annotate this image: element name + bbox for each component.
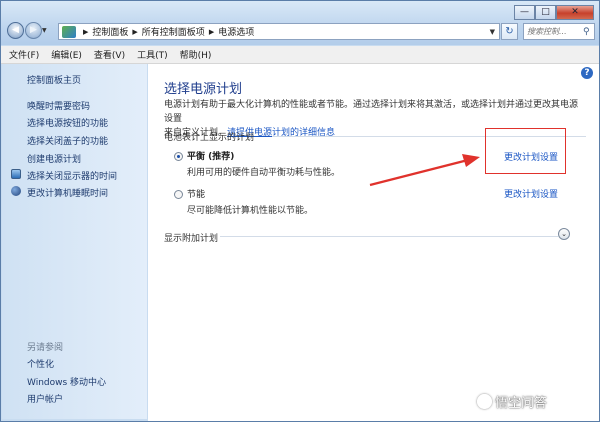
back-button[interactable]: ◀ xyxy=(7,22,24,39)
menu-tools[interactable]: 工具(T) xyxy=(137,48,168,61)
page-title: 选择电源计划 xyxy=(164,82,243,97)
minimize-button[interactable]: — xyxy=(514,5,535,20)
menu-help[interactable]: 帮助(H) xyxy=(180,48,212,61)
breadcrumb-separator-icon[interactable]: ▶ xyxy=(83,28,88,36)
search-input[interactable] xyxy=(524,27,583,36)
sidebar-item-create-plan[interactable]: 创建电源计划 xyxy=(27,152,81,165)
sidebar: 控制面板主页 唤醒时需要密码 选择电源按钮的功能 选择关闭盖子的功能 创建电源计… xyxy=(2,64,147,419)
control-panel-icon xyxy=(62,25,76,38)
menu-file[interactable]: 文件(F) xyxy=(9,48,39,61)
menu-view[interactable]: 查看(V) xyxy=(94,48,125,61)
additional-plans-divider xyxy=(220,236,558,237)
plans-group-label: 电池表计上显示的计划 xyxy=(164,133,255,143)
address-bar[interactable]: ▶ 控制面板 ▶ 所有控制面板项 ▶ 电源选项 ▼ xyxy=(58,23,500,40)
power-saver-change-settings-link[interactable]: 更改计划设置 xyxy=(504,187,558,200)
balanced-plan-radio[interactable] xyxy=(174,152,183,161)
power-saver-plan-name[interactable]: 节能 xyxy=(187,187,205,200)
breadcrumb-control-panel[interactable]: 控制面板 xyxy=(92,25,128,38)
sidebar-home-link[interactable]: 控制面板主页 xyxy=(27,73,81,86)
power-saver-plan-description: 尽可能降低计算机性能以节能。 xyxy=(187,206,314,216)
search-icon[interactable]: ⚲ xyxy=(583,27,590,37)
refresh-icon: ↻ xyxy=(505,26,514,37)
power-saver-plan-radio[interactable] xyxy=(174,190,183,199)
sidebar-item-wake-password[interactable]: 唤醒时需要密码 xyxy=(27,99,90,112)
menu-edit[interactable]: 编辑(E) xyxy=(51,48,82,61)
see-also-title: 另请参阅 xyxy=(27,343,64,353)
refresh-button[interactable]: ↻ xyxy=(501,23,518,40)
menu-bar: 文件(F) 编辑(E) 查看(V) 工具(T) 帮助(H) xyxy=(1,46,599,64)
watermark-logo-icon xyxy=(477,394,492,409)
main-content: ? 选择电源计划 电源计划有助于最大化计算机的性能或者节能。通过选择计划来将其激… xyxy=(148,64,599,421)
breadcrumb-separator-icon[interactable]: ▶ xyxy=(209,28,214,36)
back-arrow-icon: ◀ xyxy=(12,25,19,35)
forward-button[interactable]: ▶ xyxy=(25,22,42,39)
balanced-plan-name[interactable]: 平衡 (推荐) xyxy=(187,149,234,162)
breadcrumb-power-options[interactable]: 电源选项 xyxy=(218,25,254,38)
sidebar-item-lid-close[interactable]: 选择关闭盖子的功能 xyxy=(27,134,108,147)
recent-pages-dropdown-icon[interactable]: ▼ xyxy=(42,27,47,34)
watermark-text: 悟空问答 xyxy=(495,396,548,411)
maximize-button[interactable]: □ xyxy=(535,5,556,20)
annotation-highlight-box xyxy=(485,128,566,174)
sidebar-item-display-off[interactable]: 选择关闭显示器的时间 xyxy=(27,169,117,182)
see-also-user-accounts[interactable]: 用户帐户 xyxy=(27,392,63,405)
see-also-personalization[interactable]: 个性化 xyxy=(27,357,54,370)
breadcrumb-all-items[interactable]: 所有控制面板项 xyxy=(142,25,205,38)
expand-chevron-icon[interactable]: ⌄ xyxy=(558,228,570,240)
show-additional-plans-label[interactable]: 显示附加计划 xyxy=(164,231,218,244)
address-dropdown-icon[interactable]: ▼ xyxy=(486,28,499,36)
sidebar-item-sleep-time[interactable]: 更改计算机睡眠时间 xyxy=(27,186,108,199)
monitor-icon xyxy=(11,169,21,179)
help-icon[interactable]: ? xyxy=(581,67,593,79)
breadcrumb-separator-icon[interactable]: ▶ xyxy=(132,28,137,36)
forward-arrow-icon: ▶ xyxy=(30,25,37,35)
description-text: 电源计划有助于最大化计算机的性能或者节能。通过选择计划来将其激活，或选择计划并通… xyxy=(164,100,579,124)
control-panel-window: — □ ✕ ◀ ▶ ▼ ▶ 控制面板 ▶ 所有控制面板项 ▶ 电源选项 ▼ ↻ … xyxy=(0,0,600,422)
address-band: — □ ✕ ◀ ▶ ▼ ▶ 控制面板 ▶ 所有控制面板项 ▶ 电源选项 ▼ ↻ … xyxy=(1,1,599,45)
watermark: 悟空问答 xyxy=(477,392,547,411)
close-button[interactable]: ✕ xyxy=(556,5,594,20)
see-also-mobility-center[interactable]: Windows 移动中心 xyxy=(27,375,106,388)
sidebar-item-power-button[interactable]: 选择电源按钮的功能 xyxy=(27,116,108,129)
moon-icon xyxy=(11,186,21,196)
window-caption-buttons: — □ ✕ xyxy=(514,5,594,20)
balanced-plan-description: 利用可用的硬件自动平衡功耗与性能。 xyxy=(187,168,341,178)
search-box[interactable]: ⚲ xyxy=(523,23,595,40)
